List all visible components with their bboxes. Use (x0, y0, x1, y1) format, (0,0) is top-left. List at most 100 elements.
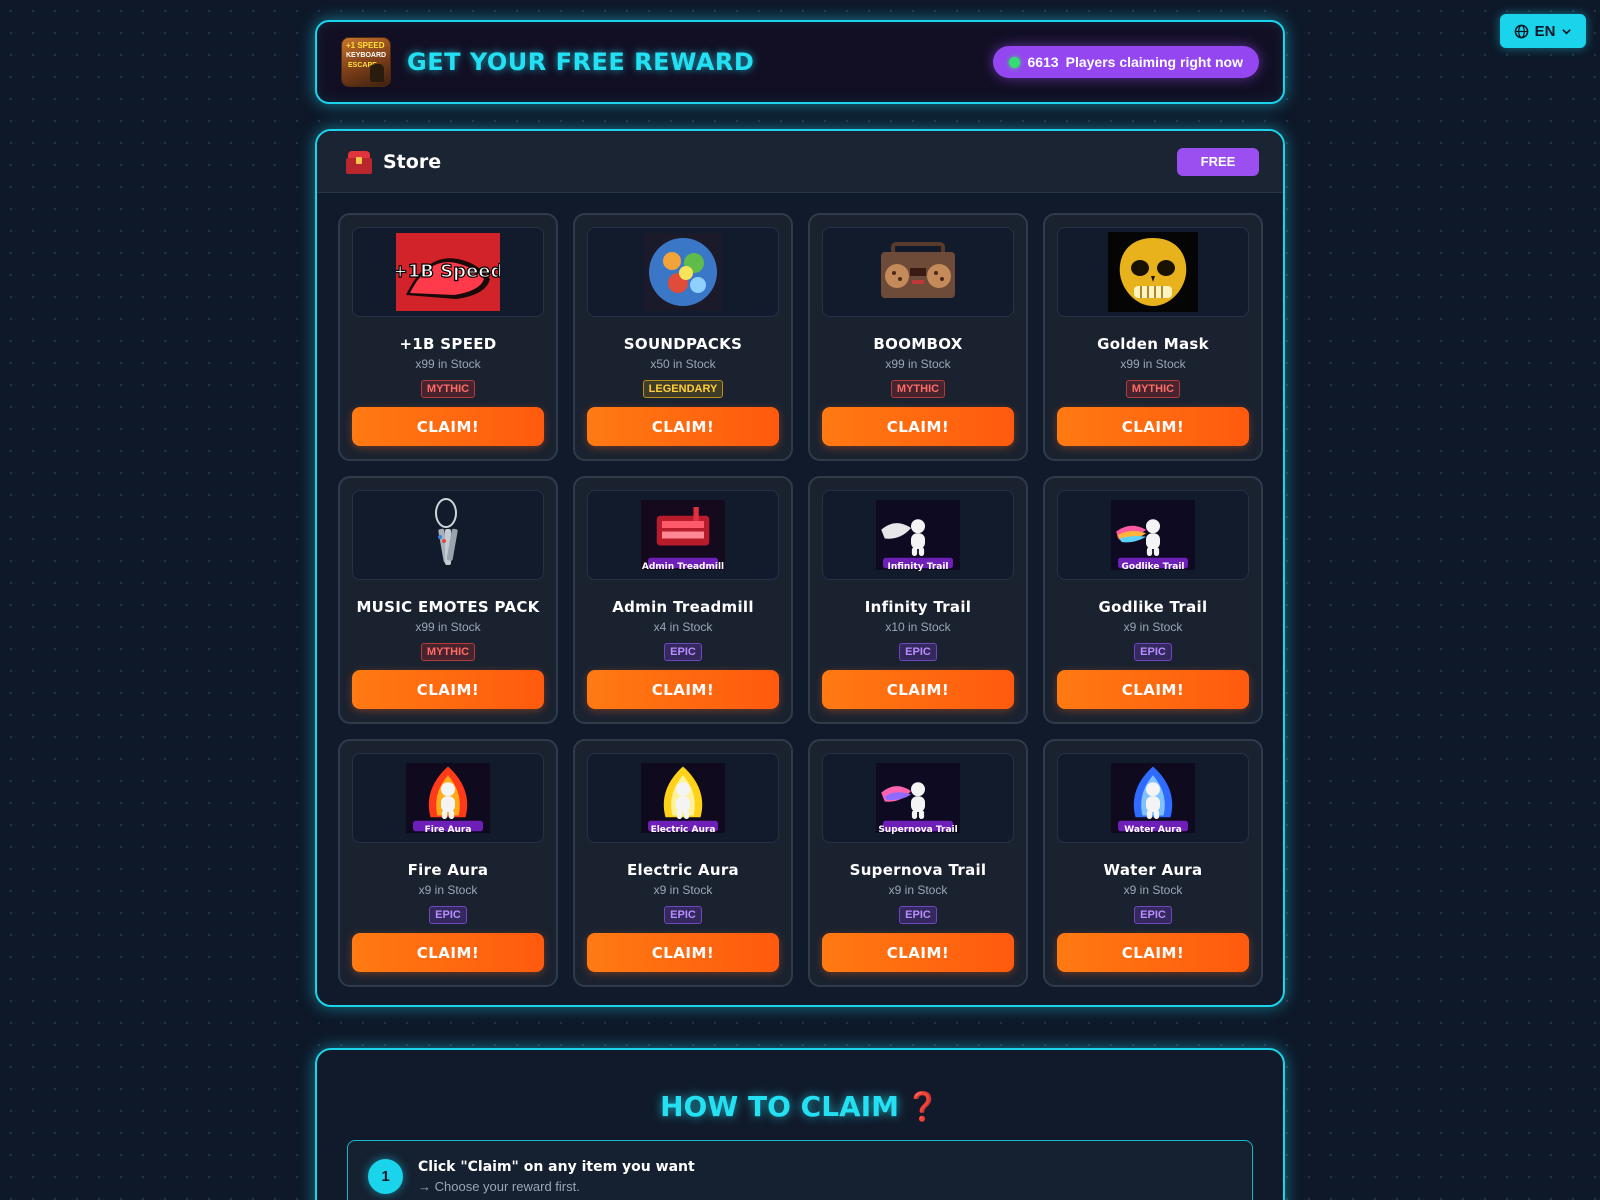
item-card: Godlike Trail Godlike Trail x9 in Stock EPI… (1043, 476, 1263, 724)
step-number: 1 (368, 1159, 403, 1194)
language-label: EN (1534, 22, 1556, 40)
step-subtitle: → Choose your reward first. (418, 1179, 580, 1194)
item-stock: x9 in Stock (653, 883, 713, 897)
item-name: Electric Aura (627, 861, 739, 879)
store-header: Store FREE (317, 131, 1283, 193)
online-dot-icon (1009, 56, 1021, 68)
item-stock: x4 in Stock (653, 620, 713, 634)
aura-electric-icon: Electric Aura (641, 758, 725, 838)
item-thumbnail: Infinity Trail (822, 490, 1014, 580)
speed-icon: +1B Speed (392, 233, 504, 311)
players-count: 6613 (1027, 54, 1059, 70)
claim-button[interactable]: CLAIM! (587, 933, 779, 972)
item-name: BOOMBOX (873, 335, 963, 353)
logo-text-1: +1 SPEED (346, 41, 385, 50)
item-name: Water Aura (1103, 861, 1203, 879)
item-stock: x99 in Stock (885, 357, 951, 371)
item-card: Infinity Trail Infinity Trail x10 in Stock… (808, 476, 1028, 724)
item-name: Infinity Trail (864, 598, 972, 616)
item-stock: x99 in Stock (415, 620, 481, 634)
rarity-badge: LEGENDARY (642, 380, 724, 398)
claim-button[interactable]: CLAIM! (352, 933, 544, 972)
logo-figure (370, 64, 384, 82)
rarity-badge: EPIC (664, 643, 702, 661)
item-thumbnail: Electric Aura (587, 753, 779, 843)
rarity-badge: EPIC (1134, 906, 1172, 924)
item-stock: x99 in Stock (415, 357, 481, 371)
thumbnail-label: Infinity Trail (887, 562, 949, 572)
item-name: Godlike Trail (1098, 598, 1208, 616)
sound-icon (644, 233, 722, 311)
item-card: Golden Mask x99 in Stock MYTHIC CLAIM! (1043, 213, 1263, 461)
item-stock: x50 in Stock (650, 357, 716, 371)
store-title: Store (383, 150, 442, 173)
item-card: Supernova Trail Supernova Trail x9 in Stoc… (808, 739, 1028, 987)
item-thumbnail (822, 227, 1014, 317)
item-stock: x9 in Stock (888, 883, 948, 897)
trail-nova-icon: Supernova Trail (876, 758, 960, 838)
language-selector[interactable]: EN (1500, 14, 1586, 48)
logo-text-2: KEYBOARD (346, 52, 387, 59)
rarity-badge: EPIC (664, 906, 702, 924)
step-title: Click "Claim" on any item you want (418, 1159, 695, 1175)
item-name: +1B SPEED (399, 335, 497, 353)
players-text: Players claiming right now (1065, 54, 1243, 70)
item-thumbnail: Fire Aura (352, 753, 544, 843)
item-stock: x99 in Stock (1120, 357, 1186, 371)
claim-button[interactable]: CLAIM! (1057, 933, 1249, 972)
claim-button[interactable]: CLAIM! (352, 407, 544, 446)
item-thumbnail (587, 227, 779, 317)
thumbnail-label: Water Aura (1124, 825, 1182, 835)
rarity-badge: MYTHIC (890, 380, 946, 398)
item-card: Water Aura Water Aura x9 in Stock EPIC CLAIM… (1043, 739, 1263, 987)
trail-rainbow-icon: Godlike Trail (1111, 495, 1195, 575)
item-card: BOOMBOX x99 in Stock MYTHIC CLAIM! (808, 213, 1028, 461)
thumbnail-label: Supernova Trail (878, 825, 958, 835)
globe-icon (1514, 24, 1529, 39)
thumbnail-label: Godlike Trail (1121, 562, 1185, 572)
claim-button[interactable]: CLAIM! (822, 933, 1014, 972)
item-card: SOUNDPACKS x50 in Stock LEGENDARY CLAIM! (573, 213, 793, 461)
question-icon: ❓ (905, 1090, 940, 1123)
item-thumbnail: +1B Speed (352, 227, 544, 317)
item-card: +1B Speed +1B SPEED x99 in Stock MYTHIC CLAI… (338, 213, 558, 461)
how-to-claim-title: HOW TO CLAIM ❓ (317, 1090, 1283, 1123)
free-badge: FREE (1177, 147, 1259, 176)
thumbnail-label: Electric Aura (650, 825, 716, 835)
item-stock: x9 in Stock (1123, 883, 1183, 897)
claim-button[interactable]: CLAIM! (587, 670, 779, 709)
trail-white-icon: Infinity Trail (876, 495, 960, 575)
thumbnail-label: Fire Aura (424, 825, 472, 835)
rarity-badge: EPIC (899, 906, 937, 924)
boombox-icon (879, 242, 957, 302)
item-name: Admin Treadmill (612, 598, 754, 616)
reward-header: +1 SPEED KEYBOARD ESCAPE GET YOUR FREE R… (315, 20, 1285, 104)
item-thumbnail (1057, 227, 1249, 317)
item-card: MUSIC EMOTES PACK x99 in Stock MYTHIC CLAIM… (338, 476, 558, 724)
item-stock: x10 in Stock (885, 620, 951, 634)
item-stock: x9 in Stock (1123, 620, 1183, 634)
claim-button[interactable]: CLAIM! (822, 670, 1014, 709)
rarity-badge: MYTHIC (420, 380, 476, 398)
item-name: Fire Aura (407, 861, 489, 879)
claim-button[interactable]: CLAIM! (1057, 407, 1249, 446)
rarity-badge: EPIC (1134, 643, 1172, 661)
item-card: Fire Aura Fire Aura x9 in Stock EPIC CLAIM! (338, 739, 558, 987)
rarity-badge: EPIC (899, 643, 937, 661)
claim-button[interactable]: CLAIM! (587, 407, 779, 446)
game-logo: +1 SPEED KEYBOARD ESCAPE (341, 37, 391, 87)
aura-water-icon: Water Aura (1111, 758, 1195, 838)
claim-button[interactable]: CLAIM! (1057, 670, 1249, 709)
keys-icon (418, 495, 478, 575)
svg-text:+1B Speed: +1B Speed (396, 261, 500, 282)
claim-button[interactable]: CLAIM! (352, 670, 544, 709)
page-title: GET YOUR FREE REWARD (407, 48, 755, 76)
claim-button[interactable]: CLAIM! (822, 407, 1014, 446)
how-to-claim-panel: HOW TO CLAIM ❓ 1 Click "Claim" on any ite… (315, 1048, 1285, 1200)
rarity-badge: MYTHIC (1125, 380, 1181, 398)
item-stock: x9 in Stock (418, 883, 478, 897)
chevron-down-icon (1561, 26, 1572, 37)
step-item: 1 Click "Claim" on any item you want → C… (347, 1140, 1253, 1200)
players-online-badge: 6613 Players claiming right now (993, 46, 1259, 78)
rarity-badge: MYTHIC (420, 643, 476, 661)
